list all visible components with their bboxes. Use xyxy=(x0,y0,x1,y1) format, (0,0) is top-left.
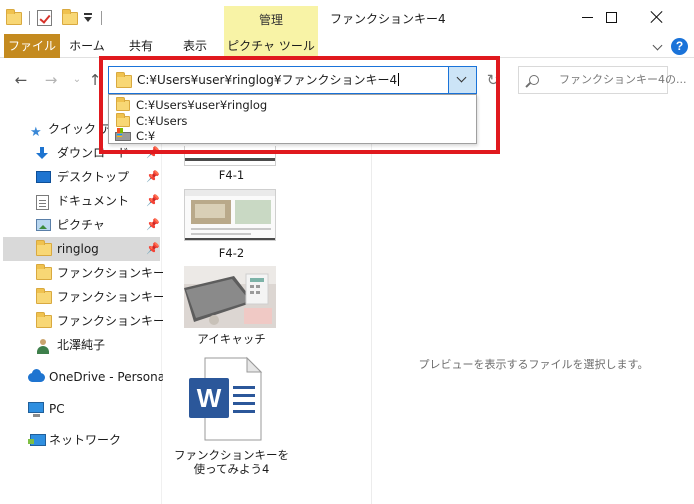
ribbon-tabs: ファイル ホーム 共有 表示 ピクチャ ツール ? xyxy=(0,34,694,58)
preview-message: プレビューを表示するファイルを選択します。 xyxy=(418,358,649,371)
file-name[interactable]: F4-2 xyxy=(163,246,300,260)
tab-picture-tools[interactable]: ピクチャ ツール xyxy=(224,34,318,58)
file-name-line-1: ファンクションキーを xyxy=(174,448,289,462)
nav-item-label: 北澤純子 xyxy=(57,338,106,352)
nav-item-onedrive[interactable]: OneDrive - Personal xyxy=(0,365,168,389)
back-button[interactable]: ← xyxy=(10,68,32,92)
file-thumbnail[interactable] xyxy=(184,266,276,328)
pin-icon: 📌 xyxy=(146,242,160,255)
document-icon xyxy=(36,195,49,210)
new-folder-icon[interactable] xyxy=(62,8,78,25)
maximize-button[interactable] xyxy=(588,0,634,34)
nav-item-label: デスクトップ xyxy=(57,170,130,184)
toolbar-separator xyxy=(101,11,102,25)
word-document-icon[interactable]: W xyxy=(187,356,263,442)
nav-item-function-key-4[interactable]: ファンクションキー4 xyxy=(0,309,173,333)
folder-icon xyxy=(36,264,52,280)
help-icon[interactable]: ? xyxy=(671,38,688,55)
close-button[interactable] xyxy=(634,0,680,34)
nav-item-desktop[interactable]: デスクトップ 📌 xyxy=(0,165,160,189)
onedrive-icon xyxy=(28,369,45,382)
expand-ribbon-icon[interactable] xyxy=(653,42,663,52)
nav-item-ringlog[interactable]: ringlog 📌 xyxy=(3,237,160,261)
nav-item-network[interactable]: ネットワーク xyxy=(0,428,160,452)
search-icon xyxy=(529,75,539,85)
tab-home[interactable]: ホーム xyxy=(62,34,112,58)
nav-item-label: ファンクションキー3 xyxy=(57,290,173,304)
nav-item-label: OneDrive - Personal xyxy=(49,370,169,384)
tab-file[interactable]: ファイル xyxy=(4,34,60,58)
file-name[interactable]: ファンクションキーを 使ってみよう4 xyxy=(163,448,300,476)
maximize-icon xyxy=(605,11,617,23)
folder-icon xyxy=(36,312,52,328)
highlight-frame xyxy=(99,56,500,154)
pin-icon: 📌 xyxy=(146,218,160,231)
desktop-icon xyxy=(36,171,51,183)
ribbon-controls: ? xyxy=(653,38,688,55)
search-box[interactable]: ファンクションキー4の... xyxy=(518,66,687,94)
screenshot-thumbnail xyxy=(185,190,275,240)
photo-thumbnail xyxy=(184,266,276,328)
nav-item-function-key-2[interactable]: ファンクションキー2 xyxy=(0,261,173,285)
pictures-icon xyxy=(36,219,51,231)
user-icon xyxy=(36,339,50,354)
folder-icon xyxy=(36,240,52,256)
preview-pane: プレビューを表示するファイルを選択します。 xyxy=(371,102,694,504)
nav-item-pictures[interactable]: ピクチャ 📌 xyxy=(0,213,160,237)
folder-icon xyxy=(36,288,52,304)
properties-icon[interactable] xyxy=(37,10,52,26)
network-icon xyxy=(28,434,46,446)
pc-icon xyxy=(28,402,44,417)
forward-button[interactable]: → xyxy=(40,68,62,92)
customize-toolbar-icon[interactable] xyxy=(82,12,94,24)
nav-item-label: ファンクションキー4 xyxy=(57,314,173,328)
download-icon xyxy=(36,147,48,159)
nav-item-label: ピクチャ xyxy=(57,218,105,232)
word-letter: W xyxy=(196,383,222,413)
nav-item-documents[interactable]: ドキュメント 📌 xyxy=(0,189,160,213)
quick-access-toolbar xyxy=(6,6,105,30)
pin-icon: 📌 xyxy=(146,170,160,183)
file-list: F4-1 F4-2 アイキャッチ W ファンクションキーを 使ってみよう4 xyxy=(163,102,370,504)
nav-item-label: ringlog xyxy=(57,242,99,256)
toolbar-separator xyxy=(29,11,30,25)
pin-icon: 📌 xyxy=(146,194,160,207)
title-bar: 管理 ファンクションキー4 xyxy=(0,0,694,36)
file-name-line-2: 使ってみよう4 xyxy=(193,462,270,476)
nav-item-function-key-3[interactable]: ファンクションキー3 xyxy=(0,285,173,309)
nav-item-label: ファンクションキー2 xyxy=(57,266,173,280)
nav-item-label: PC xyxy=(49,402,65,416)
navigation-pane: ★ クイック アクセス ダウンロード 📌 デスクトップ 📌 ドキュメント 📌 ピ… xyxy=(0,102,173,504)
file-name[interactable]: アイキャッチ xyxy=(163,332,300,346)
search-input[interactable]: ファンクションキー4の... xyxy=(559,67,687,93)
nav-item-label: ネットワーク xyxy=(49,433,122,447)
tab-view[interactable]: 表示 xyxy=(170,34,220,58)
nav-item-label: ドキュメント xyxy=(57,194,130,208)
nav-item-pc[interactable]: PC xyxy=(0,397,160,421)
folder-icon xyxy=(6,8,22,25)
file-name[interactable]: F4-1 xyxy=(163,168,300,182)
context-tab-header: 管理 xyxy=(224,6,318,34)
nav-item-user[interactable]: 北澤純子 xyxy=(0,333,160,357)
tab-share[interactable]: 共有 xyxy=(116,34,166,58)
close-icon xyxy=(651,11,663,23)
window-title: ファンクションキー4 xyxy=(330,12,446,26)
file-thumbnail[interactable] xyxy=(184,189,276,241)
